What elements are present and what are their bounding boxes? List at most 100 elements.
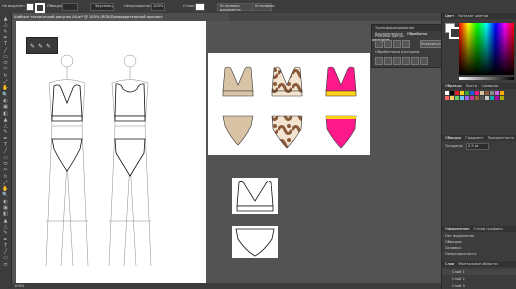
tab-symbols[interactable]: Символы <box>478 84 498 88</box>
tool-icon[interactable]: ▭ <box>2 54 9 60</box>
appearance-row-fill[interactable]: Заливка: <box>445 246 462 250</box>
layer-row[interactable]: Слой 2 <box>442 276 516 282</box>
tab-graphic-styles[interactable]: Стили графики <box>471 227 503 231</box>
tool-icon[interactable]: ✒ <box>2 237 9 243</box>
layer-row[interactable]: Слой 1 <box>442 269 516 275</box>
tool-icon[interactable]: ◧ <box>2 212 9 217</box>
tool-icon[interactable]: ⬭ <box>2 262 9 268</box>
doc-settings-button[interactable]: Установки документа <box>217 3 253 12</box>
tool-icon[interactable]: △ <box>2 23 9 28</box>
tool-icon[interactable]: ✂ <box>2 168 9 173</box>
tool-icon[interactable]: ✋ <box>2 86 9 91</box>
tool-icon[interactable]: ↻ <box>2 174 9 180</box>
weight-field[interactable]: 0,5 pt <box>466 143 489 150</box>
opacity-field[interactable]: 100% <box>151 3 165 11</box>
tab-layers[interactable]: Слои <box>442 262 454 266</box>
tool-icon[interactable]: ◐ <box>2 98 9 104</box>
tab-document-label: Шаблон технический рисунок A4.ai* @ 100%… <box>14 15 167 19</box>
status-bar: 100% <box>11 283 441 289</box>
exclude-icon[interactable] <box>402 40 410 48</box>
tool-icon[interactable]: ⬭ <box>2 61 9 66</box>
tool-icon[interactable]: △ <box>2 124 9 129</box>
tool-icon[interactable]: ╱ <box>2 250 9 255</box>
shape-modes-label: Режимы фигур: <box>375 34 405 38</box>
brush-dropdown[interactable]: Заусенец <box>90 3 114 11</box>
pathfinder-panel: Трансформирование Выравнивание Обработка… <box>371 24 443 68</box>
control-bar: Не выделен Обводка: Заусенец Непрозрачно… <box>0 0 516 14</box>
divide-icon[interactable] <box>375 57 383 65</box>
tool-icon[interactable]: ◧ <box>2 111 9 117</box>
tool-icon[interactable]: ╱ <box>2 149 9 154</box>
minus-front-icon[interactable] <box>384 40 392 48</box>
color-panel-tabs: Цвет Каталог цветов <box>442 13 516 19</box>
tool-icon[interactable]: ▭ <box>2 155 9 161</box>
layer-row[interactable]: Слой 3 <box>442 283 516 289</box>
appearance-row-stroke[interactable]: Обводка: <box>445 240 462 244</box>
tool-icon[interactable]: ▭ <box>2 256 9 261</box>
tool-icon[interactable]: ╱ <box>2 48 9 54</box>
cursor-icon: ▲ <box>266 179 272 187</box>
tool-icon[interactable]: ✂ <box>2 67 9 72</box>
tool-icon[interactable]: ▣ <box>2 206 9 211</box>
opacity-value: 100% <box>153 4 164 8</box>
tab-color[interactable]: Цвет <box>442 14 454 18</box>
outline-icon[interactable] <box>411 57 419 65</box>
intersect-icon[interactable] <box>393 40 401 48</box>
zoom-level[interactable]: 100% <box>14 284 24 288</box>
tool-icon[interactable]: ✒ <box>2 35 9 41</box>
tab-swatches[interactable]: Образцы <box>442 84 462 88</box>
style-swatch[interactable] <box>195 3 205 11</box>
tool-icon[interactable]: 🔍 <box>2 193 9 198</box>
tool-icon[interactable]: ✒ <box>2 136 9 142</box>
appearance-row-opacity[interactable]: Непрозрачность: <box>445 252 477 256</box>
tool-icon[interactable]: ↻ <box>2 73 9 79</box>
tab-brushes[interactable]: Кисти <box>463 84 477 88</box>
layer-name: Слой 3 <box>452 284 465 288</box>
color-spectrum[interactable] <box>459 23 514 75</box>
tool-icon[interactable]: △ <box>2 224 9 230</box>
tab-transparency[interactable]: Прозрачность <box>485 136 514 140</box>
stroke-weight-field[interactable] <box>62 3 78 11</box>
appearance-title: Нет выделения <box>445 234 475 238</box>
tool-icon[interactable]: 🔍 <box>2 92 9 98</box>
tab-transform[interactable]: Трансформирование <box>372 26 414 30</box>
stroke-swatch[interactable] <box>35 3 45 13</box>
crop-icon[interactable] <box>402 57 410 65</box>
fill-swatch[interactable] <box>26 3 34 11</box>
pencil-icon[interactable]: ✎ <box>46 43 52 50</box>
tab-color-guide[interactable]: Каталог цветов <box>455 14 488 18</box>
tab-document[interactable]: Шаблон технический рисунок A4.ai* @ 100%… <box>11 13 167 21</box>
expand-button[interactable]: Развернуть <box>420 40 443 48</box>
layer-name: Слой 2 <box>452 277 465 281</box>
tool-icon[interactable]: T <box>2 42 9 47</box>
tool-icon[interactable]: ▲ <box>2 117 9 123</box>
weight-label: Толщина: <box>445 144 464 148</box>
unite-icon[interactable] <box>375 40 383 48</box>
tool-icon[interactable]: ✎ <box>2 231 9 236</box>
tool-icon[interactable]: ▲ <box>2 218 9 224</box>
tool-icon[interactable]: ◐ <box>2 199 9 205</box>
flat-bottom-bw <box>232 226 278 258</box>
tab-second[interactable] <box>163 13 229 21</box>
minus-back-icon[interactable] <box>420 57 428 65</box>
tool-icon[interactable]: ⬭ <box>2 161 9 167</box>
tab-stroke[interactable]: Обводка <box>442 136 461 140</box>
brush-label: Заусенец <box>95 4 113 8</box>
pathfinder-tabs: Трансформирование Выравнивание Обработка… <box>372 25 442 42</box>
tab-gradient[interactable]: Градиент <box>462 136 483 140</box>
tab-appearance[interactable]: Оформление <box>442 227 470 231</box>
grayscale-ramp[interactable] <box>459 77 514 80</box>
doc-settings-label: Установки документа <box>220 4 241 12</box>
trim-icon[interactable] <box>384 57 392 65</box>
selection-status: Не выделен <box>2 4 25 8</box>
tool-icon[interactable]: ▲ <box>2 17 9 22</box>
tool-icon[interactable]: ▣ <box>2 105 9 110</box>
tool-icon[interactable]: ✎ <box>2 130 9 135</box>
brush-icon[interactable]: ✎ <box>38 43 44 50</box>
appearance-panel-tabs: Оформление Стили графики <box>442 226 516 232</box>
merge-icon[interactable] <box>393 57 401 65</box>
pen-icon[interactable]: ✎ <box>30 43 36 50</box>
prefs-button[interactable]: Установки <box>252 3 275 11</box>
tool-icon[interactable]: ✎ <box>2 29 9 35</box>
tab-artboards[interactable]: Монтажные области <box>456 262 498 266</box>
